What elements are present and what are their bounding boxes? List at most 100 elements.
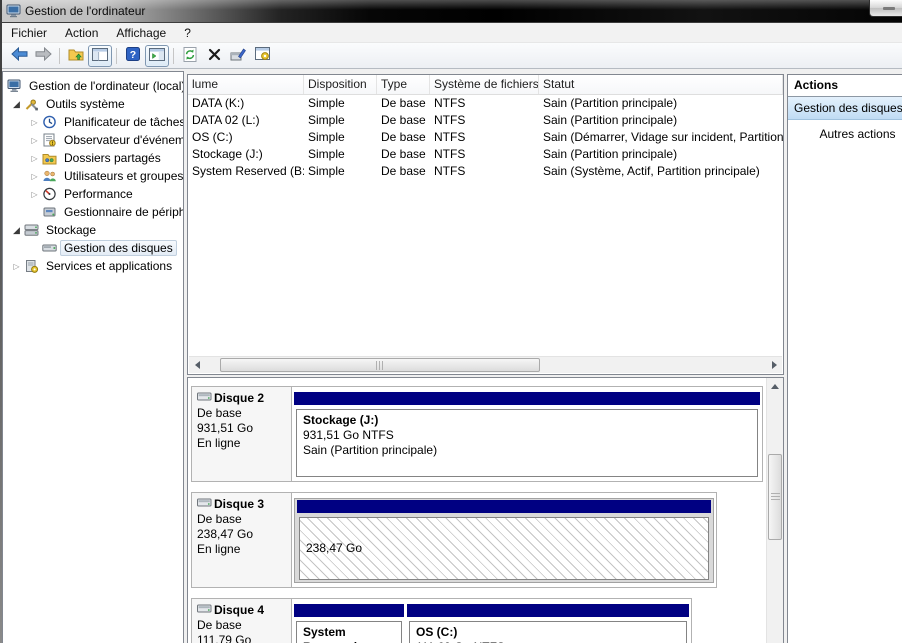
sidebar-item-observateur-d-v-neme[interactable]: ▷ Observateur d'événeme [3,131,183,149]
action-pane-toggle-icon [149,48,165,64]
forward-icon [35,47,52,64]
partition-stockage-j[interactable]: Stockage (J:)931,51 Go NTFSSain (Partiti… [294,392,760,477]
folder-up-icon [68,47,84,64]
table-cell: DATA 02 (L:) [188,112,304,129]
partition-os-c[interactable]: OS (C:)111,69 Go NTFS [407,604,689,643]
table-cell: De base [377,146,430,163]
expand-icon[interactable]: ▷ [27,118,42,127]
arrow-up-icon [771,384,779,389]
properties-button[interactable] [226,45,250,67]
extended-view-button[interactable] [250,45,274,67]
scroll-up-button[interactable] [767,378,783,394]
volume-row-system-reserved-b[interactable]: System Reserved (B:)SimpleDe baseNTFSSai… [188,163,783,180]
sidebar-item-label: Observateur d'événeme [60,132,183,148]
expand-icon[interactable]: ▷ [9,262,24,271]
expand-icon[interactable]: ▷ [27,154,42,163]
column-header-type[interactable]: Type [377,75,430,94]
volume-row-data-k[interactable]: DATA (K:)SimpleDe baseNTFSSain (Partitio… [188,95,783,112]
column-header-filesystem[interactable]: Système de fichiers [430,75,539,94]
partition-type-band [294,604,404,617]
collapse-icon[interactable]: ◢ [9,99,24,110]
disk-type: De base [197,406,288,421]
toolbar: ? [2,43,902,69]
column-header-status[interactable]: Statut [539,75,783,94]
scrollbar-thumb[interactable] [768,454,782,540]
back-button[interactable] [7,45,31,67]
column-header-disposition[interactable]: Disposition [304,75,377,94]
actions-group-gestion-des-disques[interactable]: Gestion des disques [788,97,902,120]
menu-affichage[interactable]: Affichage [107,25,175,41]
table-cell: System Reserved (B:) [188,163,304,180]
partition-line: 238,47 Go [306,541,702,556]
disk-header-disque-4[interactable]: Disque 4De base111,79 GoEn ligne [192,599,292,643]
partition-system-reserved[interactable]: System Reserved100 Mo NTFS [294,604,404,643]
sidebar-item-gestion-de-l-ordinateur-local[interactable]: Gestion de l'ordinateur (local) [3,77,183,95]
partition-238-47-go[interactable]: 238,47 Go [294,498,714,583]
window-title: Gestion de l'ordinateur [25,4,145,18]
table-cell: NTFS [430,112,539,129]
console-tree-toggle-button[interactable] [88,45,112,67]
column-header-volume[interactable]: lume [188,75,304,94]
disk-name: Disque 2 [214,391,264,406]
vertical-scrollbar[interactable] [766,378,783,643]
sidebar-item-label: Gestion des disques [60,240,177,256]
partition-type-band [297,500,711,513]
minimize-button[interactable] [869,0,902,17]
folder-up-button[interactable] [64,45,88,67]
sidebar-item-planificateur-de-t-ches[interactable]: ▷ Planificateur de tâches [3,113,183,131]
action-pane-toggle-button[interactable] [145,45,169,67]
disk-status: En ligne [197,436,288,451]
expand-icon[interactable]: ▷ [27,172,42,181]
sidebar-item-gestion-des-disques[interactable]: Gestion des disques [3,239,183,257]
volume-row-stockage-j[interactable]: Stockage (J:)SimpleDe baseNTFSSain (Part… [188,146,783,163]
menu-action[interactable]: Action [56,25,107,41]
partition-body: OS (C:)111,69 Go NTFS [409,621,687,643]
shared-folders-icon [42,151,60,165]
computer-icon [7,79,25,93]
refresh-button[interactable] [178,45,202,67]
sidebar-item-services-et-applications[interactable]: ▷Services et applications [3,257,183,275]
delete-button[interactable] [202,45,226,67]
disk-graphical-panel: Disque 2De base931,51 GoEn ligneStockage… [187,377,784,643]
event-viewer-icon [42,133,60,147]
forward-button[interactable] [31,45,55,67]
sidebar-item-performance[interactable]: ▷Performance [3,185,183,203]
sidebar-item-stockage[interactable]: ◢Stockage [3,221,183,239]
table-cell: Sain (Système, Actif, Partition principa… [539,163,783,180]
horizontal-scrollbar[interactable] [189,356,782,373]
disk-header-disque-3[interactable]: Disque 3De base238,47 GoEn ligne [192,493,292,587]
table-body: DATA (K:)SimpleDe baseNTFSSain (Partitio… [188,95,783,180]
toolbar-separator [116,48,117,64]
menu-help[interactable]: ? [175,25,200,41]
collapse-icon[interactable]: ◢ [9,225,24,236]
expand-icon[interactable]: ▷ [27,190,42,199]
volume-row-os-c[interactable]: OS (C:)SimpleDe baseNTFSSain (Démarrer, … [188,129,783,146]
scrollbar-thumb[interactable] [220,358,540,372]
actions-group-autres-actions[interactable]: Autres actions [788,124,902,144]
disk-header-disque-2[interactable]: Disque 2De base931,51 GoEn ligne [192,387,292,481]
scroll-right-button[interactable] [766,357,782,372]
disk-row-disque-2: Disque 2De base931,51 GoEn ligneStockage… [191,386,763,482]
menu-fichier[interactable]: Fichier [2,25,56,41]
expand-icon[interactable]: ▷ [27,136,42,145]
users-icon [42,169,60,183]
help-button[interactable]: ? [121,45,145,67]
table-cell: De base [377,129,430,146]
titlebar[interactable]: Gestion de l'ordinateur [0,0,902,23]
table-cell: NTFS [430,95,539,112]
partitions: System Reserved100 Mo NTFSOS (C:)111,69 … [292,599,691,643]
disk-type: De base [197,512,288,527]
device-manager-icon [42,205,60,219]
sidebar-item-gestionnaire-de-p-riph[interactable]: Gestionnaire de périphé [3,203,183,221]
volume-row-data-02-l[interactable]: DATA 02 (L:)SimpleDe baseNTFSSain (Parti… [188,112,783,129]
sidebar-item-utilisateurs-et-groupes-l[interactable]: ▷Utilisateurs et groupes l [3,167,183,185]
grip-icon [376,361,385,370]
sidebar-item-label: Planificateur de tâches [60,114,183,130]
disk-type: De base [197,618,288,633]
help-icon: ? [126,47,140,64]
scroll-left-button[interactable] [189,357,205,372]
properties-icon [230,47,246,64]
refresh-icon [183,47,197,65]
sidebar-item-dossiers-partag-s[interactable]: ▷Dossiers partagés [3,149,183,167]
sidebar-item-outils-syst-me[interactable]: ◢Outils système [3,95,183,113]
